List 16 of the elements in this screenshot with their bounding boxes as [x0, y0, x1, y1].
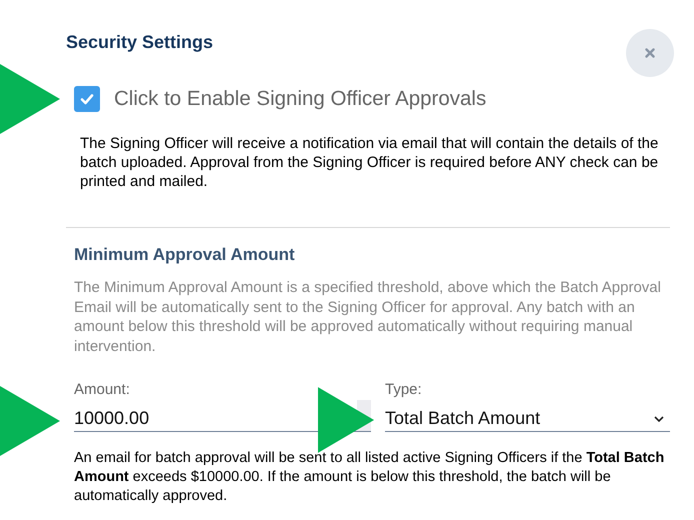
pointer-arrow-icon: [0, 64, 60, 134]
field-label: Type:: [385, 381, 423, 398]
type-dropdown[interactable]: Total Batch Amount: [385, 400, 670, 432]
close-icon: [645, 48, 655, 58]
checkbox-label[interactable]: Click to Enable Signing Officer Approvals: [114, 87, 486, 111]
checkbox[interactable]: [74, 86, 100, 112]
section-heading: Minimum Approval Amount: [74, 245, 296, 265]
dialog-title: Security Settings: [66, 32, 214, 53]
close-button[interactable]: [626, 29, 674, 77]
field-label: Amount:: [74, 381, 131, 398]
description-text: The Signing Officer will receive a notification via email that will contain the details of the batch uploaded. Approval from the Signing Officer is required before ANY check can be printed and mailed.: [80, 134, 660, 191]
pointer-arrow-icon: [0, 385, 60, 457]
note-text: An email for batch approval will be sent to all listed active Signing Officers if the Total Batch Amount exceeds $10000.00. If the amount is below this threshold, the batch will be automatically approved.: [74, 449, 666, 506]
checkmark-icon: [79, 91, 95, 107]
chevron-icon: [654, 416, 664, 422]
help-text: The Minimum Approval Amount is a specified threshold, above which the Batch Approval Email will be automatically sent to the Signing Officer for approval. Any batch with an amount below this threshold will be approved automatically without requiring manual intervention.: [74, 278, 662, 356]
